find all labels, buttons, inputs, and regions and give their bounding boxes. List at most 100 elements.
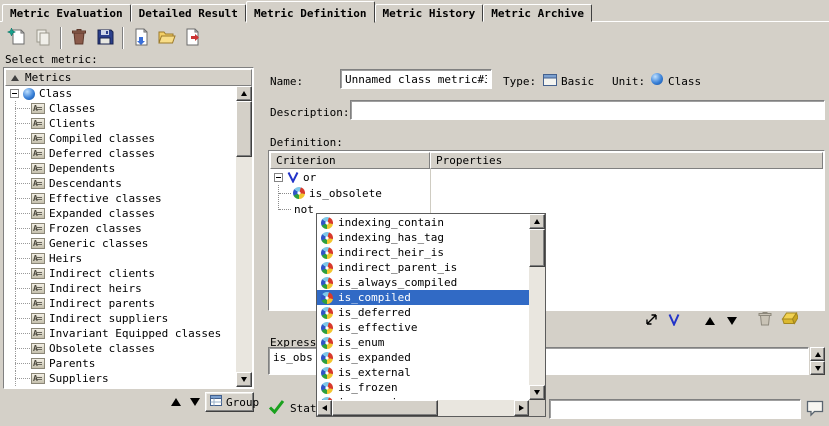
dropdown-item[interactable]: indexing_contain [317,215,529,230]
dropdown-item[interactable]: is_external [317,365,529,380]
import-metric-button[interactable] [128,25,154,51]
metric-item-icon [31,343,45,354]
tree-item[interactable]: Compiled classes [5,131,252,146]
tree-root-class[interactable]: Class [5,86,252,101]
copy-metric-button[interactable] [30,25,56,51]
move-criterion-up-button[interactable] [700,312,720,330]
scrollbar-thumb[interactable] [529,229,545,267]
tree-item[interactable]: Deferred classes [5,146,252,161]
dropdown-item-label: is_enum [338,336,384,349]
tree-item[interactable]: Clients [5,116,252,131]
export-metric-icon [183,27,203,50]
delete-criterion-button[interactable] [755,311,775,329]
down-arrow-icon [815,366,821,371]
tree-item[interactable]: Dependents [5,161,252,176]
dropdown-item[interactable]: is_compiled [317,290,529,305]
dropdown-item[interactable]: is_deferred [317,305,529,320]
tree-item[interactable]: Effective classes [5,191,252,206]
tool-tab[interactable]: Detailed Result [131,4,246,22]
tree-item[interactable]: Expanded classes [5,206,252,221]
scroll-down-button[interactable] [529,385,545,400]
tree-connector-line [5,371,31,386]
tool-tab[interactable]: Metric Archive [483,4,592,22]
comment-input[interactable] [550,400,800,418]
dropdown-item[interactable]: is_expanded [317,350,529,365]
description-fieldbox [350,100,825,120]
dropdown-vertical-scrollbar [529,214,545,400]
tree-item[interactable]: Invariant Equipped classes [5,326,252,341]
metric-item-icon [31,328,45,339]
insert-or-button[interactable] [664,312,684,330]
scroll-right-button[interactable] [514,400,529,416]
tree-item[interactable]: Generic classes [5,236,252,251]
new-metric-button[interactable] [4,25,30,51]
dropdown-item[interactable]: indirect_heir_is [317,245,529,260]
dropdown-item[interactable]: indexing_has_tag [317,230,529,245]
tree-item[interactable]: Suppliers [5,371,252,386]
move-metric-up-button[interactable] [168,394,184,410]
scroll-up-button[interactable] [810,347,825,361]
right-arrow-icon [519,405,524,411]
comment-bubble-icon[interactable] [805,398,825,421]
tree-item[interactable]: Indirect clients [5,266,252,281]
criterion-icon [321,352,333,364]
tab-label: Metric Definition [254,7,367,20]
open-folder-icon [157,27,177,50]
dropdown-item[interactable]: is_always_compiled [317,275,529,290]
metric-item-icon [31,178,45,189]
criterion-row-or[interactable]: or [270,169,823,185]
tree-root-label: Class [39,87,72,100]
criterion-column-header[interactable]: Criterion [270,152,430,169]
dropdown-item-label: is_frozen [338,381,398,394]
dropdown-item[interactable]: indirect_parent_is [317,260,529,275]
group-toggle-button[interactable]: Group [205,392,254,412]
scrollbar-thumb[interactable] [236,101,252,157]
tool-tab[interactable]: Metric Evaluation [2,4,131,22]
tree-item[interactable]: Heirs [5,251,252,266]
scroll-up-button[interactable] [236,86,252,101]
tree-item[interactable]: Descendants [5,176,252,191]
tree-item[interactable]: Classes [5,101,252,116]
criterion-row-is-obsolete[interactable]: is_obsolete [270,185,823,201]
dropdown-item[interactable]: is_effective [317,320,529,335]
collapse-icon[interactable] [10,89,19,98]
scroll-left-button[interactable] [317,400,332,416]
open-metric-folder-button[interactable] [154,25,180,51]
metrics-column-header[interactable]: Metrics [5,69,252,86]
scroll-up-button[interactable] [529,214,545,229]
tree-item[interactable]: Obsolete classes [5,341,252,356]
tree-item[interactable]: Indirect heirs [5,281,252,296]
scroll-down-button[interactable] [810,361,825,375]
criterion-row-label: is_obsolete [309,187,382,200]
description-input[interactable] [351,101,824,119]
tree-vertical-scrollbar [236,86,252,387]
move-criterion-button[interactable] [641,312,661,330]
export-metric-button[interactable] [180,25,206,51]
move-criterion-down-button[interactable] [722,312,742,330]
save-metric-button[interactable] [92,25,118,51]
dropdown-item-label: is_expanded [338,351,411,364]
tool-tab[interactable]: Metric Definition [246,1,375,23]
dropdown-item[interactable]: is_frozen [317,380,529,395]
properties-column-header[interactable]: Properties [430,152,823,169]
collapse-icon[interactable] [274,173,283,182]
type-value: Basic [561,75,594,88]
tree-item[interactable]: Indirect suppliers [5,311,252,326]
tool-tab[interactable]: Metric History [375,4,484,22]
name-input[interactable] [341,70,491,88]
tree-item[interactable]: Parents [5,356,252,371]
metric-item-icon [31,253,45,264]
tree-connector-line [5,206,31,221]
tree-item[interactable]: Indirect parents [5,296,252,311]
tree-connector-line [5,296,31,311]
move-metric-down-button[interactable] [187,394,203,410]
metric-item-icon [31,148,45,159]
scrollbar-thumb[interactable] [332,400,438,416]
up-arrow-icon [705,317,715,325]
tree-item-label: Invariant Equipped classes [49,327,221,340]
erase-criterion-button[interactable] [779,311,799,329]
scroll-down-button[interactable] [236,372,252,387]
tree-item[interactable]: Frozen classes [5,221,252,236]
delete-metric-button[interactable] [66,25,92,51]
dropdown-item[interactable]: is_enum [317,335,529,350]
